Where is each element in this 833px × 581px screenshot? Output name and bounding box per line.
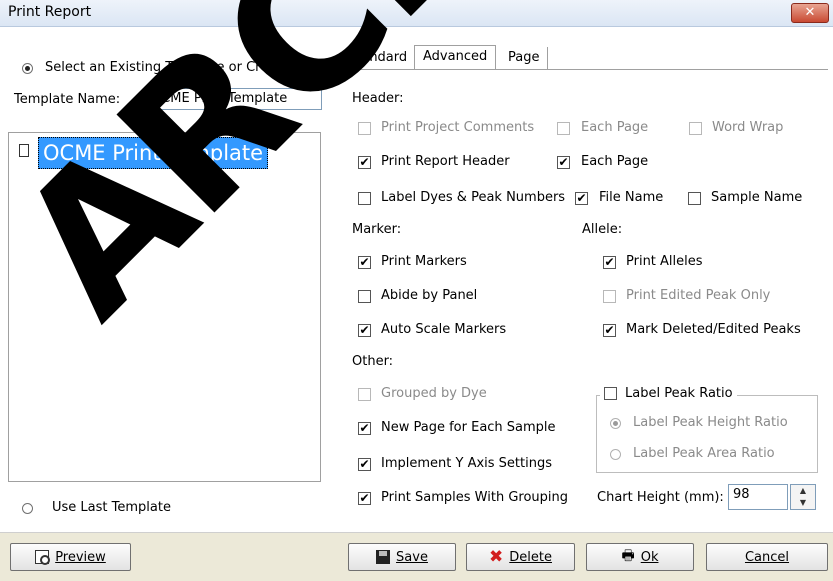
ok-label: Ok [640,549,659,565]
label-peak-ratio-label: Label Peak Ratio [625,386,733,401]
grouped-by-dye-label: Grouped by Dye [381,386,487,401]
each-page-header-checkbox[interactable]: ✔ [557,156,570,169]
word-wrap-checkbox[interactable] [689,122,702,135]
close-icon: ✕ [804,5,816,20]
chart-height-label: Chart Height (mm): [597,490,724,505]
preview-button[interactable]: Preview [10,543,131,571]
new-page-label: New Page for Each Sample [381,420,556,435]
allele-section-label: Allele: [582,222,623,237]
mark-deleted-checkbox[interactable]: ✔ [603,324,616,337]
preview-label: Preview [55,549,106,565]
delete-label: Delete [509,549,552,565]
label-peak-ratio-checkbox[interactable] [604,387,617,400]
label-dyes-label: Label Dyes & Peak Numbers [381,190,566,205]
mark-deleted-label: Mark Deleted/Edited Peaks [626,322,801,337]
print-markers-checkbox[interactable]: ✔ [358,256,371,269]
tab-page[interactable]: Page [500,47,549,69]
word-wrap-label: Word Wrap [712,120,784,135]
other-section-label: Other: [352,354,394,369]
use-last-template-radio[interactable] [22,503,33,514]
print-edited-peak-only-checkbox[interactable] [603,290,616,303]
print-report-header-label: Print Report Header [381,154,510,169]
each-page-comments-checkbox[interactable] [557,122,570,135]
preview-icon [35,550,51,565]
peak-height-ratio-radio[interactable] [610,418,621,429]
save-label: Save [396,549,428,565]
print-edited-peak-only-label: Print Edited Peak Only [626,288,771,303]
sample-name-label: Sample Name [711,190,803,205]
chart-height-spinner[interactable]: ▲ ▼ [790,484,816,510]
label-dyes-checkbox[interactable] [358,192,371,205]
save-icon [376,550,391,564]
peak-area-ratio-label: Label Peak Area Ratio [633,446,775,461]
select-template-radio[interactable] [22,63,33,74]
print-markers-label: Print Markers [381,254,467,269]
print-samples-grouping-checkbox[interactable]: ✔ [358,492,371,505]
auto-scale-markers-label: Auto Scale Markers [381,322,507,337]
implement-y-axis-label: Implement Y Axis Settings [381,456,552,471]
each-page-comments-label: Each Page [581,120,649,135]
peak-area-ratio-radio[interactable] [610,449,621,460]
delete-button[interactable]: ✖ Delete [466,543,575,571]
grouped-by-dye-checkbox[interactable] [358,388,371,401]
cancel-button[interactable]: Cancel [706,543,828,571]
spin-up-icon[interactable]: ▲ [791,485,815,497]
print-alleles-label: Print Alleles [626,254,703,269]
save-button[interactable]: Save [348,543,456,571]
marker-section-label: Marker: [352,222,402,237]
chart-height-input[interactable]: 98 [728,484,788,510]
peak-ratio-group [596,395,818,473]
each-page-header-label: Each Page [581,154,649,169]
implement-y-axis-checkbox[interactable]: ✔ [358,458,371,471]
print-alleles-checkbox[interactable]: ✔ [603,256,616,269]
peak-ratio-legend: Label Peak Ratio [600,386,737,401]
print-report-header-checkbox[interactable]: ✔ [358,156,371,169]
file-name-label: File Name [599,190,664,205]
sample-name-checkbox[interactable] [688,192,701,205]
window-title: Print Report [8,4,92,20]
delete-icon: ✖ [489,547,504,567]
print-samples-grouping-label: Print Samples With Grouping [381,490,569,505]
printer-icon: 🖶 [621,548,635,564]
spin-down-icon[interactable]: ▼ [791,497,815,509]
close-button[interactable]: ✕ [791,3,829,23]
use-last-template-label: Use Last Template [52,500,171,515]
auto-scale-markers-checkbox[interactable]: ✔ [358,324,371,337]
ok-button[interactable]: 🖶 Ok [586,543,694,571]
print-project-comments-label: Print Project Comments [381,120,535,135]
new-page-checkbox[interactable]: ✔ [358,422,371,435]
peak-height-ratio-label: Label Peak Height Ratio [633,415,788,430]
file-name-checkbox[interactable]: ✔ [575,192,588,205]
abide-by-panel-label: Abide by Panel [381,288,478,303]
cancel-label: Cancel [744,549,790,565]
abide-by-panel-checkbox[interactable] [358,290,371,303]
